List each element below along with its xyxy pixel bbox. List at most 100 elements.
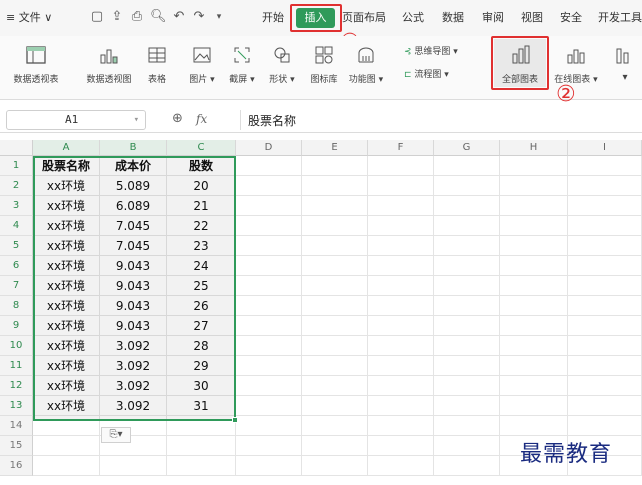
cell-g10[interactable] bbox=[434, 336, 500, 356]
cell-i1[interactable] bbox=[568, 156, 642, 176]
cell-d6[interactable] bbox=[236, 256, 302, 276]
cell-g7[interactable] bbox=[434, 276, 500, 296]
cell-g8[interactable] bbox=[434, 296, 500, 316]
row-header-6[interactable]: 6 bbox=[0, 256, 33, 276]
cell-c4[interactable]: 22 bbox=[167, 216, 236, 236]
cell-f16[interactable] bbox=[368, 456, 434, 476]
cell-d9[interactable] bbox=[236, 316, 302, 336]
cell-i4[interactable] bbox=[568, 216, 642, 236]
column-header-e[interactable]: E bbox=[302, 140, 368, 156]
cell-g5[interactable] bbox=[434, 236, 500, 256]
cell-c5[interactable]: 23 bbox=[167, 236, 236, 256]
cell-h11[interactable] bbox=[500, 356, 568, 376]
cell-i11[interactable] bbox=[568, 356, 642, 376]
cell-d7[interactable] bbox=[236, 276, 302, 296]
column-header-h[interactable]: H bbox=[500, 140, 568, 156]
cell-e14[interactable] bbox=[302, 416, 368, 436]
cell-f15[interactable] bbox=[368, 436, 434, 456]
cell-g14[interactable] bbox=[434, 416, 500, 436]
cell-a15[interactable] bbox=[33, 436, 100, 456]
cell-e4[interactable] bbox=[302, 216, 368, 236]
cell-h2[interactable] bbox=[500, 176, 568, 196]
shapes-button[interactable]: 形状 ▾ bbox=[264, 44, 300, 85]
cell-b16[interactable] bbox=[100, 456, 167, 476]
cell-h10[interactable] bbox=[500, 336, 568, 356]
cell-c7[interactable]: 25 bbox=[167, 276, 236, 296]
cell-h3[interactable] bbox=[500, 196, 568, 216]
cell-d13[interactable] bbox=[236, 396, 302, 416]
redo-icon[interactable]: ↷ bbox=[192, 10, 206, 24]
cell-b8[interactable]: 9.043 bbox=[100, 296, 167, 316]
preview-icon[interactable]: 🔍︎ bbox=[150, 10, 167, 24]
tab-page-layout[interactable]: 页面布局 bbox=[342, 11, 386, 25]
cell-c14[interactable] bbox=[167, 416, 236, 436]
row-header-1[interactable]: 1 bbox=[0, 156, 33, 176]
cell-h1[interactable] bbox=[500, 156, 568, 176]
cell-e3[interactable] bbox=[302, 196, 368, 216]
cell-h13[interactable] bbox=[500, 396, 568, 416]
tab-security[interactable]: 安全 bbox=[560, 11, 582, 25]
cell-d15[interactable] bbox=[236, 436, 302, 456]
cell-f6[interactable] bbox=[368, 256, 434, 276]
cell-f1[interactable] bbox=[368, 156, 434, 176]
flowchart-button[interactable]: ⊏ 流程图 ▾ bbox=[404, 67, 449, 80]
cell-a10[interactable]: xx环境 bbox=[33, 336, 100, 356]
row-header-8[interactable]: 8 bbox=[0, 296, 33, 316]
cell-b3[interactable]: 6.089 bbox=[100, 196, 167, 216]
cell-d2[interactable] bbox=[236, 176, 302, 196]
cell-i8[interactable] bbox=[568, 296, 642, 316]
cell-h8[interactable] bbox=[500, 296, 568, 316]
name-box-dropdown-icon[interactable]: ▾ bbox=[134, 111, 139, 129]
cell-g4[interactable] bbox=[434, 216, 500, 236]
row-header-14[interactable]: 14 bbox=[0, 416, 33, 436]
cell-d14[interactable] bbox=[236, 416, 302, 436]
cell-h14[interactable] bbox=[500, 416, 568, 436]
cell-d1[interactable] bbox=[236, 156, 302, 176]
row-header-5[interactable]: 5 bbox=[0, 236, 33, 256]
fx-button[interactable]: fx bbox=[196, 112, 207, 126]
cell-b9[interactable]: 9.043 bbox=[100, 316, 167, 336]
cell-h12[interactable] bbox=[500, 376, 568, 396]
cell-a12[interactable]: xx环境 bbox=[33, 376, 100, 396]
tab-review[interactable]: 审阅 bbox=[482, 11, 504, 25]
cell-c1[interactable]: 股数 bbox=[167, 156, 236, 176]
cell-i3[interactable] bbox=[568, 196, 642, 216]
cell-g1[interactable] bbox=[434, 156, 500, 176]
cell-e2[interactable] bbox=[302, 176, 368, 196]
cell-f7[interactable] bbox=[368, 276, 434, 296]
column-header-a[interactable]: A bbox=[33, 140, 100, 156]
row-header-3[interactable]: 3 bbox=[0, 196, 33, 216]
cell-i9[interactable] bbox=[568, 316, 642, 336]
cell-b5[interactable]: 7.045 bbox=[100, 236, 167, 256]
cell-h4[interactable] bbox=[500, 216, 568, 236]
cell-c8[interactable]: 26 bbox=[167, 296, 236, 316]
row-header-16[interactable]: 16 bbox=[0, 456, 33, 476]
pivot-chart-button[interactable]: 数据透视图 bbox=[78, 44, 140, 85]
cell-a7[interactable]: xx环境 bbox=[33, 276, 100, 296]
cell-b4[interactable]: 7.045 bbox=[100, 216, 167, 236]
paste-options-button[interactable]: ⎘▾ bbox=[101, 427, 131, 443]
cell-a4[interactable]: xx环境 bbox=[33, 216, 100, 236]
picture-button[interactable]: 图片 ▾ bbox=[184, 44, 220, 85]
column-header-i[interactable]: I bbox=[568, 140, 642, 156]
cell-g13[interactable] bbox=[434, 396, 500, 416]
cell-a11[interactable]: xx环境 bbox=[33, 356, 100, 376]
cell-d12[interactable] bbox=[236, 376, 302, 396]
cell-i14[interactable] bbox=[568, 416, 642, 436]
column-header-d[interactable]: D bbox=[236, 140, 302, 156]
cell-a6[interactable]: xx环境 bbox=[33, 256, 100, 276]
row-header-9[interactable]: 9 bbox=[0, 316, 33, 336]
row-header-13[interactable]: 13 bbox=[0, 396, 33, 416]
cell-a13[interactable]: xx环境 bbox=[33, 396, 100, 416]
cell-f8[interactable] bbox=[368, 296, 434, 316]
cell-c10[interactable]: 28 bbox=[167, 336, 236, 356]
cell-a2[interactable]: xx环境 bbox=[33, 176, 100, 196]
cell-d8[interactable] bbox=[236, 296, 302, 316]
cell-h6[interactable] bbox=[500, 256, 568, 276]
row-header-2[interactable]: 2 bbox=[0, 176, 33, 196]
row-header-4[interactable]: 4 bbox=[0, 216, 33, 236]
cell-c15[interactable] bbox=[167, 436, 236, 456]
screenshot-button[interactable]: 截屏 ▾ bbox=[224, 44, 260, 85]
cell-g2[interactable] bbox=[434, 176, 500, 196]
mindmap-button[interactable]: ⊰ 思维导图 ▾ bbox=[404, 44, 458, 57]
